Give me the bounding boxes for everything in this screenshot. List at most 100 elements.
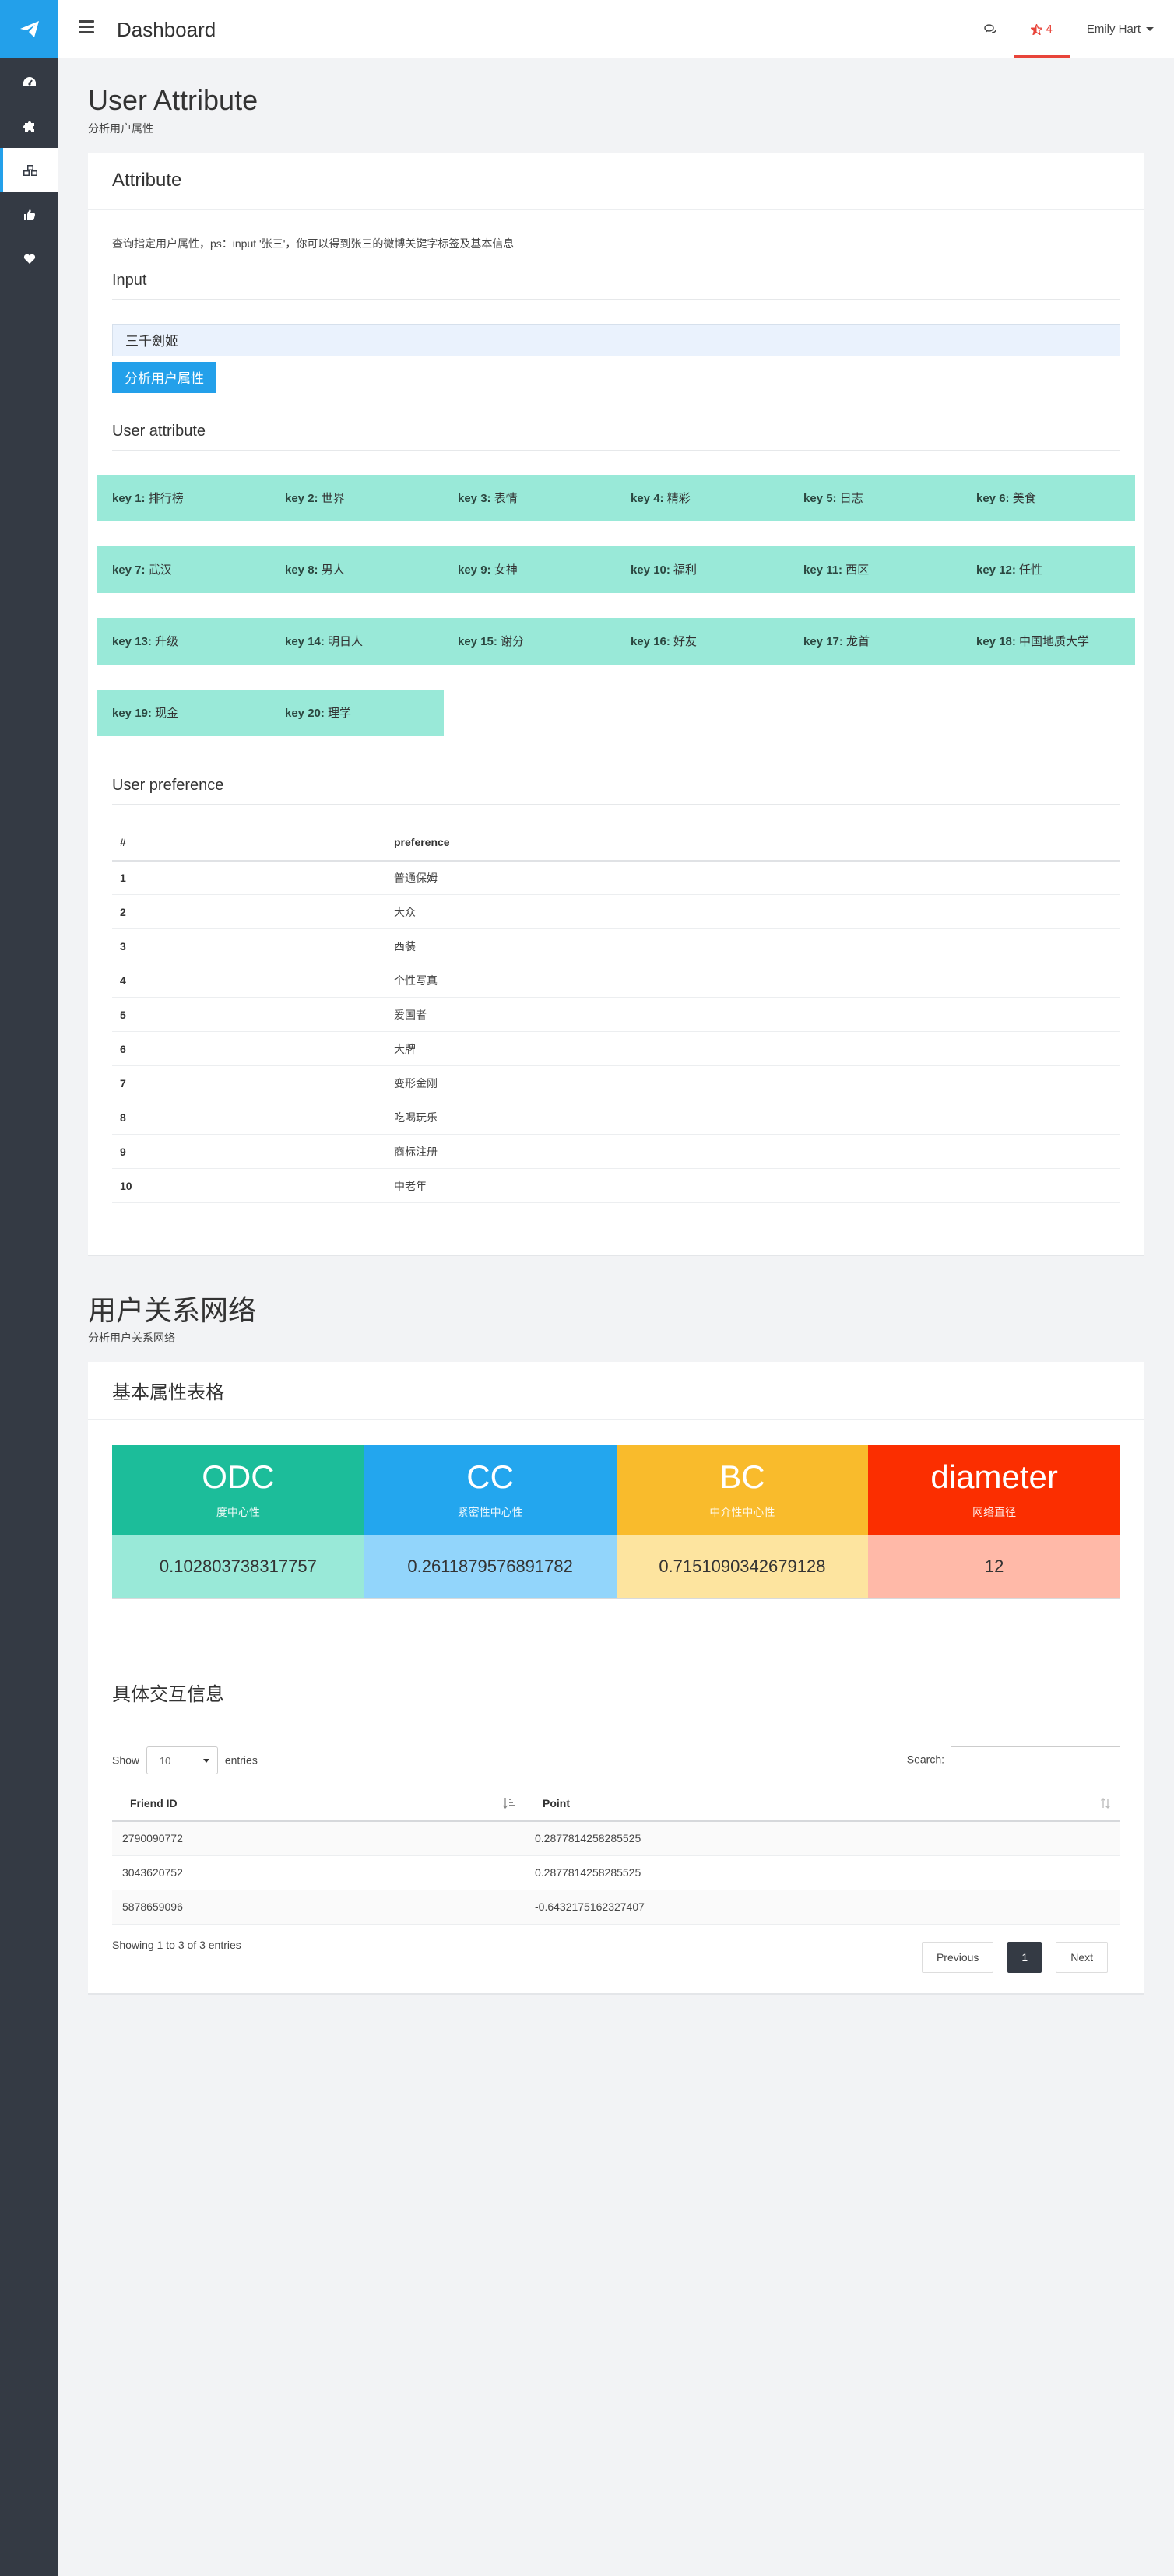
logo[interactable] xyxy=(0,0,58,58)
keyword-item: key 19: 现金 xyxy=(112,707,179,721)
metric-value: 0.2611879576891782 xyxy=(364,1535,617,1600)
user-input[interactable]: 三千劍姬 xyxy=(112,323,1120,356)
friend-id: 2790090772 xyxy=(112,1821,525,1856)
table-row: 5878659096 -0.6432175162327407 xyxy=(112,1890,1120,1925)
row-preference: 大众 xyxy=(386,894,1120,930)
caret-down-icon xyxy=(1146,27,1154,31)
network-subtitle: 分析用户关系网络 xyxy=(88,1332,175,1345)
paper-plane-icon xyxy=(19,20,39,37)
search-label: Search: xyxy=(906,1753,944,1766)
metric-name: 紧密性中心性 xyxy=(457,1505,523,1518)
row-number: 10 xyxy=(112,1168,386,1204)
keyword-item: key 7: 武汉 xyxy=(112,563,172,577)
attribute-card: Attribute 查询指定用户属性，ps：input '张三'，你可以得到张三… xyxy=(88,152,1144,1256)
metric-name: 中介性中心性 xyxy=(709,1505,775,1518)
table-row: 6 大牌 xyxy=(112,1031,1120,1067)
table-row: 3 西装 xyxy=(112,928,1120,964)
row-number: 8 xyxy=(112,1100,386,1135)
metric-odc: ODC 度中心性 0.102803738317757 xyxy=(112,1445,364,1600)
metric-name: 度中心性 xyxy=(216,1505,260,1518)
keyword-item: key 8: 男人 xyxy=(285,563,345,577)
metric-value: 0.7151090342679128 xyxy=(616,1535,869,1600)
keyword-item: key 3: 表情 xyxy=(458,492,518,506)
sort-both-icon xyxy=(1101,1798,1110,1809)
metric-abbr: diameter xyxy=(930,1458,1058,1495)
analyze-button[interactable]: 分析用户属性 xyxy=(112,361,216,393)
row-preference: 吃喝玩乐 xyxy=(386,1100,1120,1135)
table-header-row: # preference xyxy=(112,824,1120,862)
column-header-point[interactable]: Point xyxy=(525,1785,1120,1823)
point-value: -0.6432175162327407 xyxy=(525,1890,1120,1925)
point-value: 0.2877814258285525 xyxy=(525,1821,1120,1856)
row-number: 6 xyxy=(112,1031,386,1067)
network-card: 基本属性表格 ODC 度中心性 0.102803738317757 CC 紧密性… xyxy=(88,1362,1144,1995)
interaction-title: 具体交互信息 xyxy=(88,1664,1144,1722)
metric-value: 12 xyxy=(868,1535,1120,1600)
thumbs-up-icon xyxy=(23,209,35,220)
pagination: Previous 1 Next xyxy=(921,1941,1108,1973)
column-header-friend-id[interactable]: Friend ID xyxy=(112,1785,525,1823)
preference-table: # preference 1 普通保姆 2 大众 3 西装 4 个性写真 5 爱国者 6大… xyxy=(112,824,1120,1204)
row-number: 9 xyxy=(112,1134,386,1170)
sidebar-item-users[interactable] xyxy=(0,148,58,192)
user-menu[interactable]: Emily Hart xyxy=(1070,0,1174,58)
previous-button[interactable]: Previous xyxy=(921,1941,994,1973)
card-title: Attribute xyxy=(88,153,1144,210)
notifications-button[interactable]: 4 xyxy=(1014,0,1070,58)
table-row: 2 大众 xyxy=(112,894,1120,930)
input-label: Input xyxy=(112,272,1120,300)
network-title: 用户关系网络 xyxy=(88,1293,257,1326)
entries-select[interactable]: 10 xyxy=(146,1746,218,1775)
metric-abbr: BC xyxy=(719,1458,765,1495)
column-header-preference: preference xyxy=(386,824,1120,862)
user-name: Emily Hart xyxy=(1086,23,1141,36)
keyword-grid: key 1: 排行榜 key 2: 世界 key 3: 表情 key 4: 精彩… xyxy=(97,474,1135,736)
show-label: Show xyxy=(112,1753,140,1767)
dropdown-arrow-icon xyxy=(202,1758,209,1763)
table-row: 3043620752 0.2877814258285525 xyxy=(112,1855,1120,1890)
keyword-item: key 20: 理学 xyxy=(285,707,352,721)
table-row: 4 个性写真 xyxy=(112,963,1120,998)
table-row: 10 中老年 xyxy=(112,1168,1120,1204)
keyword-item: key 14: 明日人 xyxy=(285,635,364,649)
sidebar xyxy=(0,0,58,2576)
notification-count: 4 xyxy=(1046,23,1053,36)
keyword-item: key 11: 西区 xyxy=(803,563,870,577)
topbar-actions: 4 Emily Hart xyxy=(967,0,1174,58)
sidebar-item-like[interactable] xyxy=(0,192,58,237)
keyword-item: key 6: 美食 xyxy=(976,492,1036,506)
row-preference: 商标注册 xyxy=(386,1134,1120,1170)
row-number: 3 xyxy=(112,928,386,964)
sidebar-item-favorite[interactable] xyxy=(0,237,58,281)
row-preference: 西装 xyxy=(386,928,1120,964)
search-input[interactable] xyxy=(951,1746,1120,1775)
column-header-number: # xyxy=(112,824,386,862)
keyword-item: key 17: 龙首 xyxy=(803,635,870,649)
table-row: 8 吃喝玩乐 xyxy=(112,1100,1120,1135)
next-button[interactable]: Next xyxy=(1056,1941,1108,1973)
table-row: 7 变形金刚 xyxy=(112,1065,1120,1101)
keyword-row: key 19: 现金 key 20: 理学 xyxy=(97,689,444,736)
row-number: 7 xyxy=(112,1065,386,1101)
page-heading: Dashboard xyxy=(117,18,216,41)
star-half-icon xyxy=(1031,23,1043,35)
page-subtitle: 分析用户属性 xyxy=(88,121,153,135)
table-row: 5 爱国者 xyxy=(112,997,1120,1033)
page-1-button[interactable]: 1 xyxy=(1007,1941,1042,1973)
keyword-item: key 16: 好友 xyxy=(631,635,698,649)
card-title: 基本属性表格 xyxy=(88,1362,1144,1420)
row-preference: 变形金刚 xyxy=(386,1065,1120,1101)
puzzle-icon xyxy=(23,121,34,132)
keyword-row: key 7: 武汉 key 8: 男人 key 9: 女神 key 10: 福利… xyxy=(97,546,1135,593)
main-content: User Attribute 分析用户属性 Attribute 查询指定用户属性… xyxy=(88,58,1144,1995)
messages-button[interactable] xyxy=(967,0,1014,58)
metric-name: 网络直径 xyxy=(972,1505,1017,1518)
metric-cc: CC 紧密性中心性 0.2611879576891782 xyxy=(364,1445,617,1600)
sidebar-item-dashboard[interactable] xyxy=(0,59,58,104)
metric-bc: BC 中介性中心性 0.7151090342679128 xyxy=(616,1445,869,1600)
menu-toggle-icon[interactable] xyxy=(79,20,94,36)
row-preference: 爱国者 xyxy=(386,997,1120,1033)
sidebar-item-puzzle[interactable] xyxy=(0,104,58,148)
row-preference: 普通保姆 xyxy=(386,860,1120,896)
keyword-item: key 12: 任性 xyxy=(976,563,1043,577)
